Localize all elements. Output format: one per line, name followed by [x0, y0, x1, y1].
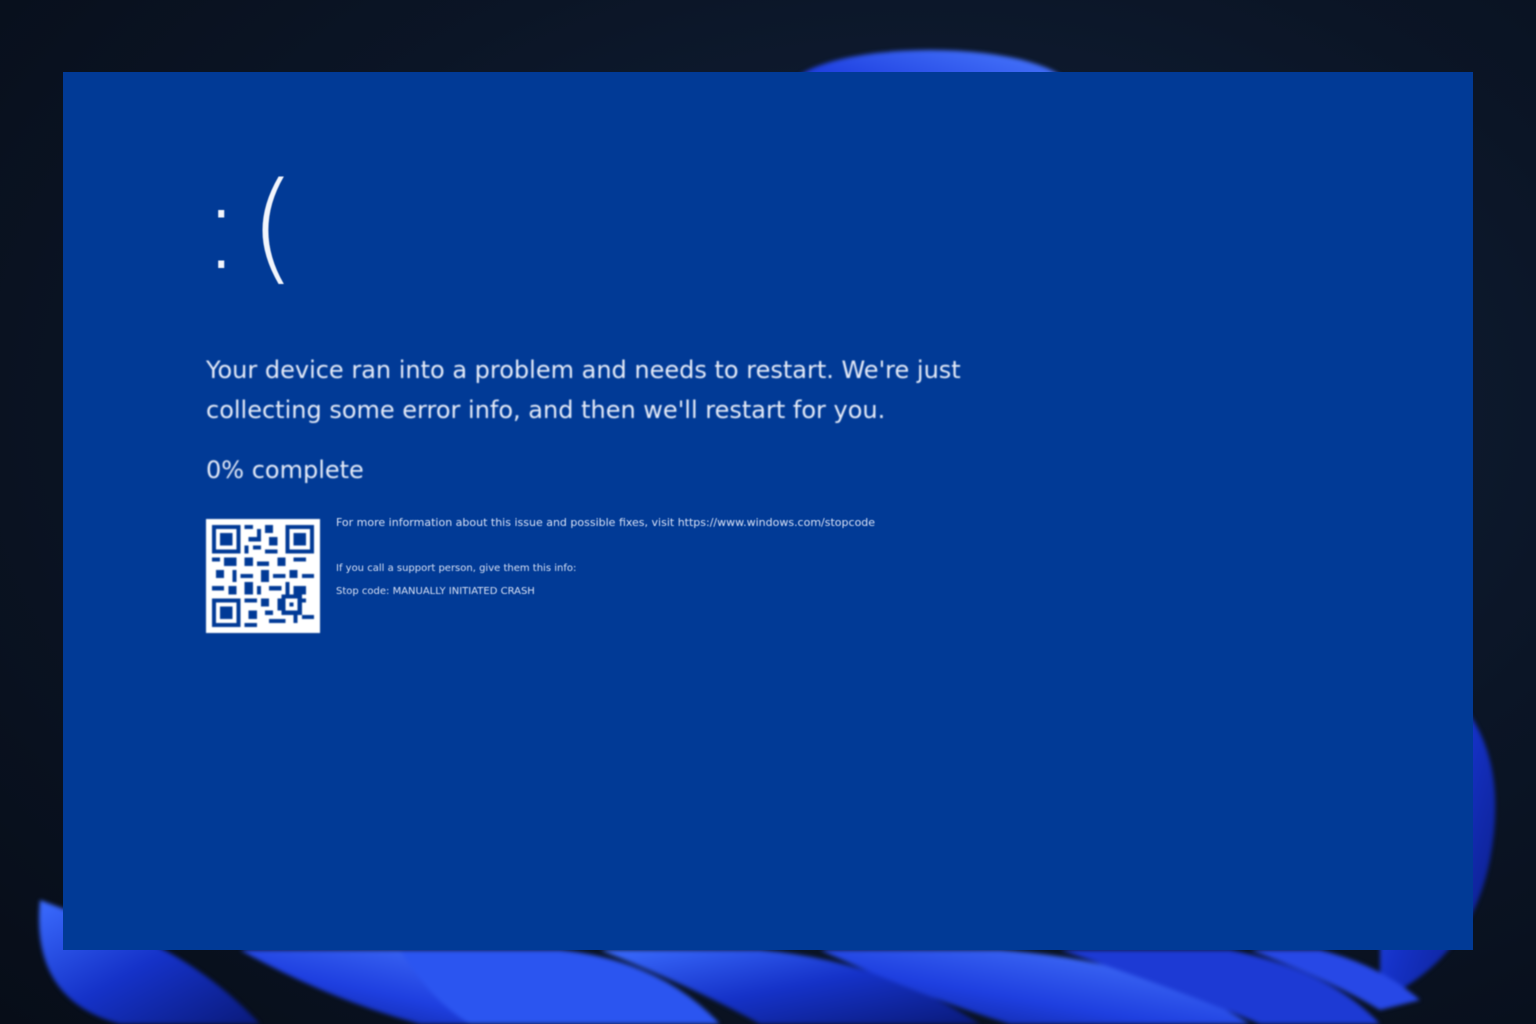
support-instructions: If you call a support person, give them … [336, 563, 577, 574]
stop-code: Stop code: MANUALLY INITIATED CRASH [336, 586, 535, 597]
more-info-text: For more information about this issue an… [336, 516, 876, 529]
error-message: Your device ran into a problem and needs… [206, 356, 961, 424]
desktop-background: :( Your device ran into a problem and ne… [0, 0, 1536, 1024]
blue-screen-panel: :( Your device ran into a problem and ne… [63, 72, 1473, 950]
progress-status: 0% complete [206, 456, 364, 484]
qr-code-icon [206, 519, 320, 633]
sad-face-emoticon: :( [201, 158, 305, 297]
